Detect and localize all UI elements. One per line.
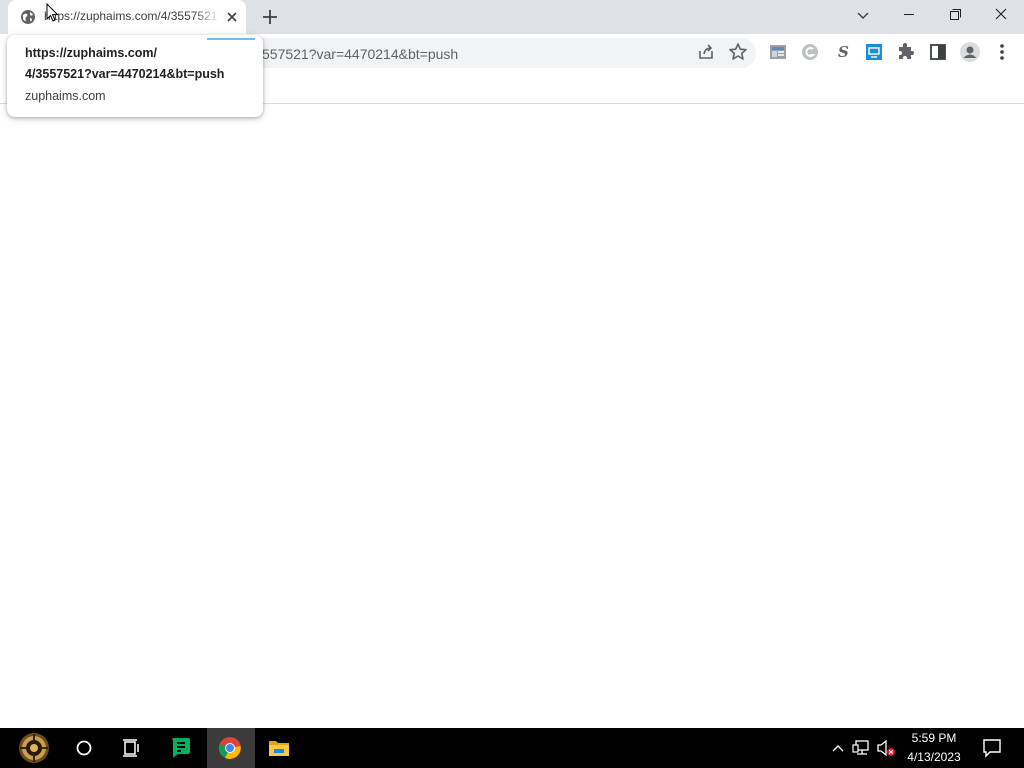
network-icon[interactable] xyxy=(852,739,872,757)
menu-icon[interactable] xyxy=(990,40,1014,64)
chevron-up-icon[interactable] xyxy=(830,740,846,756)
start-icon[interactable] xyxy=(10,730,60,766)
share-icon[interactable] xyxy=(694,40,718,64)
globe-icon xyxy=(21,10,35,24)
extension-blue-icon[interactable] xyxy=(862,40,886,64)
browser-tab[interactable]: https://zuphaims.com/4/3557521?var=44702… xyxy=(8,0,246,34)
url-text[interactable]: 557521?var=4470214&bt=push xyxy=(262,46,458,62)
chrome-icon[interactable] xyxy=(218,736,242,760)
svg-text:S: S xyxy=(838,43,849,61)
extension-s-icon[interactable]: S xyxy=(830,40,854,64)
clock-time[interactable]: 5:59 PM xyxy=(900,731,968,745)
puzzle-icon[interactable] xyxy=(894,40,918,64)
new-tab-icon[interactable] xyxy=(259,6,281,28)
restore-icon[interactable] xyxy=(932,0,978,34)
mouse-cursor-icon xyxy=(46,3,59,22)
notification-icon[interactable] xyxy=(981,737,1003,759)
tab-search-icon[interactable] xyxy=(840,0,886,34)
green-app-icon[interactable] xyxy=(169,736,193,760)
profile-icon[interactable] xyxy=(958,40,982,64)
clock-date[interactable]: 4/13/2023 xyxy=(900,750,968,764)
hover-card-title-continued: 4/3557521?var=4470214&bt=push xyxy=(25,67,225,81)
search-circle-icon[interactable] xyxy=(72,736,96,760)
tab-title: https://zuphaims.com/4/3557521?var=44702… xyxy=(44,9,220,23)
side-panel-icon[interactable] xyxy=(926,40,950,64)
taskbar-active-indicator xyxy=(207,38,255,40)
star-icon[interactable] xyxy=(726,40,750,64)
volume-muted-icon[interactable] xyxy=(876,739,896,757)
hover-card-title: https://zuphaims.com/ xyxy=(25,46,157,60)
tab-strip: https://zuphaims.com/4/3557521?var=44702… xyxy=(0,0,1024,34)
hover-card-domain: zuphaims.com xyxy=(25,89,106,103)
tab-hover-card: https://zuphaims.com/ 4/3557521?var=4470… xyxy=(7,35,263,117)
extension-news-icon[interactable] xyxy=(766,40,790,64)
file-explorer-icon[interactable] xyxy=(267,736,291,760)
task-view-icon[interactable] xyxy=(119,736,143,760)
tab-close-icon[interactable] xyxy=(223,8,241,26)
minimize-icon[interactable] xyxy=(886,0,932,34)
close-icon[interactable] xyxy=(978,0,1024,34)
extension-grammarly-icon[interactable] xyxy=(798,40,822,64)
